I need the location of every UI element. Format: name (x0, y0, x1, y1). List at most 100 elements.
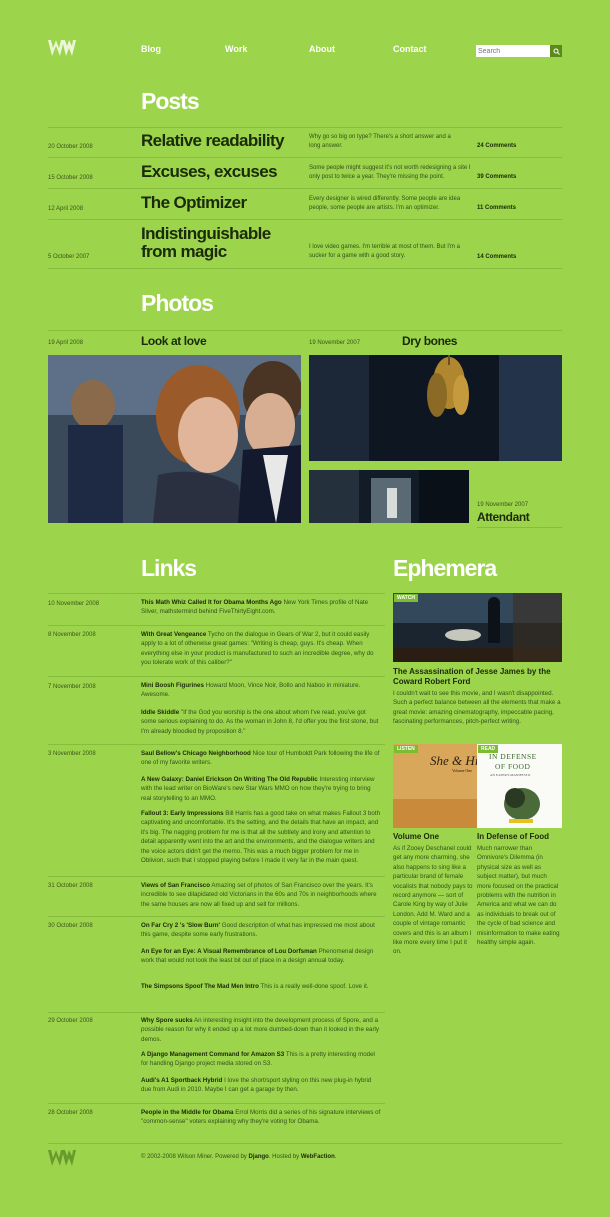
link-entry[interactable]: Why Spore sucks An interesting insight i… (141, 1016, 381, 1044)
link-entry[interactable]: This Math Whiz Called It for Obama Month… (141, 598, 381, 617)
link-title[interactable]: An Eye for an Eye: A Visual Remembrance … (141, 948, 317, 955)
link-title[interactable]: A New Galaxy: Daniel Erickson On Writing… (141, 776, 318, 783)
link-date: 10 November 2008 (48, 601, 100, 607)
link-entry[interactable]: Saul Bellow's Chicago Neighborhood Nice … (141, 749, 381, 768)
post-date: 15 October 2008 (48, 175, 93, 181)
divider (48, 127, 562, 128)
divider (48, 676, 385, 677)
link-title[interactable]: The Simpsons Spoof The Mad Men Intro (141, 983, 259, 990)
ephemera-heading: Ephemera (393, 555, 497, 581)
photo-title[interactable]: Attendant (477, 510, 530, 524)
search-input[interactable] (476, 45, 550, 57)
post-excerpt: Why go so big on type? There's a short a… (309, 134, 451, 149)
photo-look-at-love[interactable] (48, 355, 301, 523)
wm-logo-footer[interactable] (48, 1150, 76, 1166)
link-date: 3 November 2008 (48, 751, 96, 757)
footer-mid: . Hosted by (268, 1154, 301, 1160)
links-heading: Links (141, 555, 197, 581)
listen-title[interactable]: Volume One (393, 832, 439, 842)
divider (48, 219, 562, 220)
link-title[interactable]: Saul Bellow's Chicago Neighborhood (141, 750, 251, 757)
link-entry[interactable]: On Far Cry 2 's 'Slow Burn' Good descrip… (141, 921, 381, 940)
post-title[interactable]: Indistinguishable from magic (141, 225, 291, 261)
post-excerpt: Every designer is wired differently. Som… (309, 196, 461, 211)
search-box (476, 45, 562, 57)
link-title[interactable]: With Great Vengeance (141, 631, 206, 638)
watch-image[interactable] (393, 593, 562, 662)
footer-prefix: © 2002-2008 Wilson Miner. Powered by (141, 1154, 249, 1160)
link-title[interactable]: Mini Boosh Figurines (141, 682, 204, 689)
link-desc: This is a really well-done spoof. Love i… (260, 983, 369, 990)
listen-body: As if Zooey Deschanel could get any more… (393, 845, 473, 956)
link-title[interactable]: Iddle Skiddle (141, 709, 179, 716)
post-title[interactable]: Excuses, excuses (141, 163, 278, 181)
read-cover-line2: OF FOOD (495, 762, 531, 771)
link-title[interactable]: Why Spore sucks (141, 1017, 193, 1024)
link-date: 8 November 2008 (48, 632, 96, 638)
post-title[interactable]: The Optimizer (141, 194, 247, 212)
link-title[interactable]: A Django Management Command for Amazon S… (141, 1051, 284, 1058)
footer-credits: © 2002-2008 Wilson Miner. Powered by Dja… (141, 1154, 336, 1160)
link-entry[interactable]: People in the Middle for Obama Errol Mor… (141, 1108, 381, 1127)
posts-heading: Posts (141, 88, 200, 114)
post-comments[interactable]: 39 Comments (477, 174, 516, 180)
divider (477, 527, 562, 528)
divider (48, 157, 562, 158)
link-entry[interactable]: Fallout 3: Early Impressions Bill Harris… (141, 809, 381, 865)
link-entry[interactable]: Views of San Francisco Amazing set of ph… (141, 881, 381, 909)
search-icon (553, 48, 560, 55)
divider (48, 1012, 385, 1013)
link-title[interactable]: This Math Whiz Called It for Obama Month… (141, 599, 282, 606)
read-title[interactable]: In Defense of Food (477, 832, 549, 842)
nav-blog[interactable]: Blog (141, 44, 161, 54)
read-badge: Read (478, 745, 499, 753)
link-title[interactable]: Views of San Francisco (141, 882, 210, 889)
wm-logo[interactable] (48, 40, 76, 56)
webfaction-link[interactable]: WebFaction (301, 1154, 335, 1160)
watch-badge: Watch (394, 594, 418, 602)
link-date: 7 November 2008 (48, 684, 96, 690)
photo-date: 19 November 2007 (309, 340, 361, 346)
link-title[interactable]: On Far Cry 2 's 'Slow Burn' (141, 922, 220, 929)
post-comments[interactable]: 24 Comments (477, 143, 516, 149)
django-link[interactable]: Django (248, 1154, 268, 1160)
photo-title[interactable]: Look at love (141, 334, 207, 348)
link-title[interactable]: People in the Middle for Obama (141, 1109, 233, 1116)
photo-dry-bones[interactable] (309, 355, 562, 461)
nav-work[interactable]: Work (225, 44, 247, 54)
link-entry[interactable]: With Great Vengeance Tycho on the dialog… (141, 630, 381, 668)
post-title[interactable]: Relative readability (141, 132, 285, 150)
link-title[interactable]: Audi's A1 Sportback Hybrid (141, 1077, 222, 1084)
post-excerpt: I love video games. I'm terrible at most… (309, 244, 461, 259)
link-entry[interactable]: Audi's A1 Sportback Hybrid I love the sh… (141, 1076, 381, 1095)
divider (48, 268, 562, 269)
link-entry[interactable]: Mini Boosh Figurines Howard Moon, Vince … (141, 681, 381, 700)
link-entry[interactable]: The Simpsons Spoof The Mad Men Intro Thi… (141, 982, 381, 991)
link-date: 30 October 2008 (48, 923, 93, 929)
photo-date: 19 April 2008 (48, 340, 84, 346)
link-entry[interactable]: Iddle Skiddle "If the God you worship is… (141, 708, 381, 736)
read-cover-line1: IN DEFENSE (489, 752, 537, 761)
link-title[interactable]: Fallout 3: Early Impressions (141, 810, 224, 817)
divider (48, 744, 385, 745)
link-entry[interactable]: A New Galaxy: Daniel Erickson On Writing… (141, 775, 381, 803)
read-body: Much narrower than Omnivore's Dilemma (i… (477, 845, 560, 947)
photo-title[interactable]: Dry bones (402, 334, 457, 348)
search-button[interactable] (550, 45, 562, 57)
link-date: 28 October 2008 (48, 1110, 93, 1116)
link-date: 31 October 2008 (48, 883, 93, 889)
post-comments[interactable]: 14 Comments (477, 254, 516, 260)
post-date: 12 April 2008 (48, 206, 84, 212)
watch-title[interactable]: The Assassination of Jesse James by the … (393, 667, 562, 686)
photo-date: 19 November 2007 (477, 502, 529, 508)
link-entry[interactable]: A Django Management Command for Amazon S… (141, 1050, 381, 1069)
post-date: 5 October 2007 (48, 254, 90, 260)
divider (48, 188, 562, 189)
post-comments[interactable]: 11 Comments (477, 205, 516, 211)
listen-cover-sub: Volume One (452, 768, 473, 773)
photo-attendant[interactable] (309, 470, 469, 523)
divider (48, 916, 385, 917)
link-entry[interactable]: An Eye for an Eye: A Visual Remembrance … (141, 947, 381, 966)
nav-contact[interactable]: Contact (393, 44, 427, 54)
nav-about[interactable]: About (309, 44, 335, 54)
